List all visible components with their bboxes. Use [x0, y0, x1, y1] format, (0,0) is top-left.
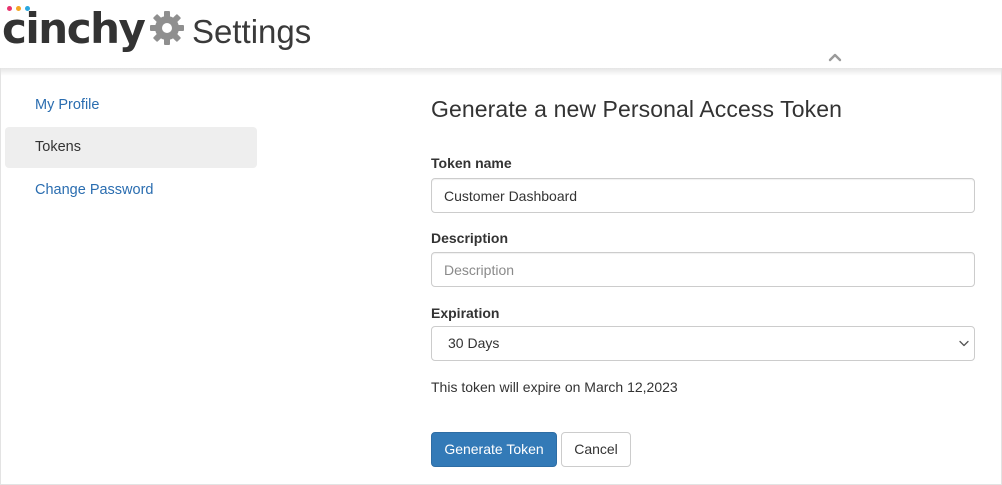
chevron-up-icon[interactable] [826, 50, 844, 64]
cancel-button[interactable]: Cancel [561, 432, 631, 467]
generate-token-button[interactable]: Generate Token [431, 432, 557, 467]
app-header: cinchy Settings [0, 0, 1002, 68]
expiration-select[interactable]: 30 Days [431, 326, 975, 361]
settings-page: cinchy Settings My Profile Tokens Change… [0, 0, 1002, 485]
logo-text: cinchy [2, 4, 146, 53]
expiration-label: Expiration [431, 305, 500, 321]
sidebar-item-my-profile[interactable]: My Profile [5, 85, 257, 126]
chevron-down-icon [959, 340, 969, 347]
token-name-input[interactable] [431, 178, 975, 213]
page-title: Settings [192, 13, 312, 50]
token-name-label: Token name [431, 155, 512, 171]
expiration-note: This token will expire on March 12,2023 [431, 379, 678, 395]
expiration-selected-value: 30 Days [448, 335, 500, 351]
description-label: Description [431, 230, 509, 246]
sidebar-item-tokens[interactable]: Tokens [5, 127, 257, 168]
gear-icon [150, 11, 184, 45]
form-title: Generate a new Personal Access Token [431, 96, 843, 122]
sidebar-item-change-password[interactable]: Change Password [5, 170, 257, 211]
cinchy-logo[interactable]: cinchy [2, 0, 146, 62]
description-input[interactable] [431, 252, 975, 287]
